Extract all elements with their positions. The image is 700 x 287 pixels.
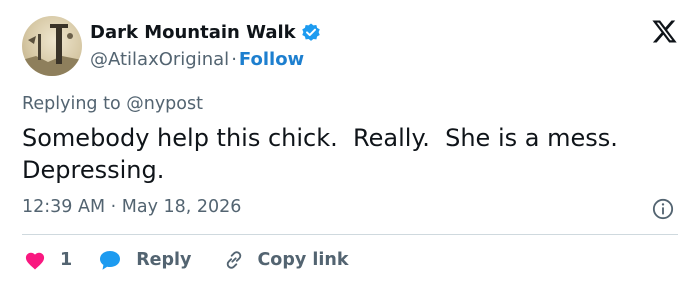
- avatar[interactable]: [22, 16, 82, 76]
- author-handle[interactable]: @AtilaxOriginal: [90, 49, 229, 70]
- author-name-row: Dark Mountain Walk: [90, 22, 321, 43]
- x-logo-icon[interactable]: [651, 18, 678, 45]
- reply-button[interactable]: Reply: [98, 249, 191, 271]
- follow-button[interactable]: Follow: [239, 49, 304, 70]
- reply-label: Reply: [136, 250, 192, 270]
- tweet-actions: 1 Reply Copy link: [24, 246, 348, 274]
- tweet-text: Somebody help this chick. Really. She is…: [22, 124, 618, 184]
- like-button[interactable]: 1: [24, 250, 72, 270]
- copy-link-button[interactable]: Copy link: [223, 249, 348, 271]
- author-display-name[interactable]: Dark Mountain Walk: [90, 22, 296, 43]
- link-icon: [227, 251, 242, 269]
- info-icon[interactable]: [652, 198, 674, 220]
- like-count: 1: [60, 250, 73, 270]
- verified-badge-icon: [301, 23, 321, 43]
- divider: [22, 234, 678, 235]
- separator-dot: ·: [231, 49, 237, 70]
- copy-link-label: Copy link: [257, 250, 349, 270]
- author-handle-row: @AtilaxOriginal · Follow: [90, 49, 304, 70]
- reply-context[interactable]: Replying to @nypost: [22, 94, 203, 114]
- tweet-timestamp[interactable]: 12:39 AM · May 18, 2026: [22, 197, 241, 217]
- reply-bubble-icon: [100, 251, 121, 270]
- heart-icon: [25, 252, 45, 270]
